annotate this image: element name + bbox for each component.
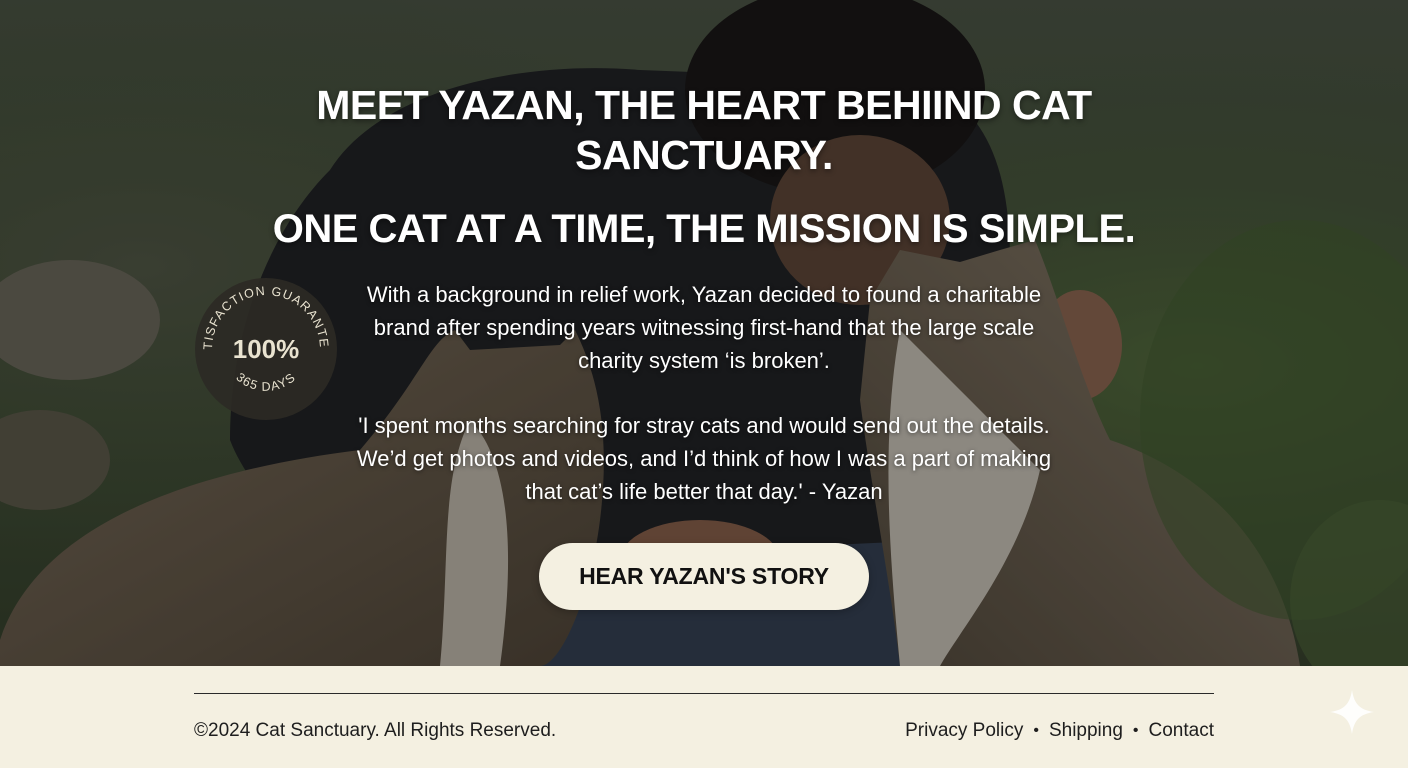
page: MEET YAZAN, THE HEART BEHIIND CAT SANCTU…	[0, 0, 1408, 768]
story-paragraph-1: With a background in relief work, Yazan …	[366, 282, 1042, 373]
footer-divider	[194, 693, 1214, 694]
copyright-text: ©2024 Cat Sanctuary. All Rights Reserved…	[194, 720, 557, 741]
page-title: MEET YAZAN, THE HEART BEHIIND CAT SANCTU…	[316, 82, 1092, 178]
footer-separator: •	[1132, 722, 1139, 739]
satisfaction-badge: SATISFACTION GUARANTEED 365 DAYS 100%	[194, 277, 338, 421]
hero-section: MEET YAZAN, THE HEART BEHIIND CAT SANCTU…	[0, 0, 1408, 666]
site-footer: ©2024 Cat Sanctuary. All Rights Reserved…	[0, 666, 1408, 768]
footer-nav: Privacy Policy • Shipping • Contact	[905, 719, 1214, 743]
story-quote-paragraph: 'I spent months searching for stray cats…	[356, 413, 1052, 504]
badge-percentage: 100%	[232, 334, 300, 364]
footer-separator: •	[1033, 722, 1039, 739]
sparkle-icon	[1330, 690, 1374, 734]
hear-story-button[interactable]: HEAR YAZAN'S STORY	[539, 543, 869, 610]
footer-link-shipping[interactable]: Shipping	[1049, 719, 1123, 743]
mission-subheading: ONE CAT AT A TIME, THE MISSION IS SIMPLE…	[272, 207, 1136, 251]
footer-link-privacy-policy[interactable]: Privacy Policy	[905, 719, 1023, 743]
footer-link-contact[interactable]: Contact	[1149, 719, 1214, 743]
